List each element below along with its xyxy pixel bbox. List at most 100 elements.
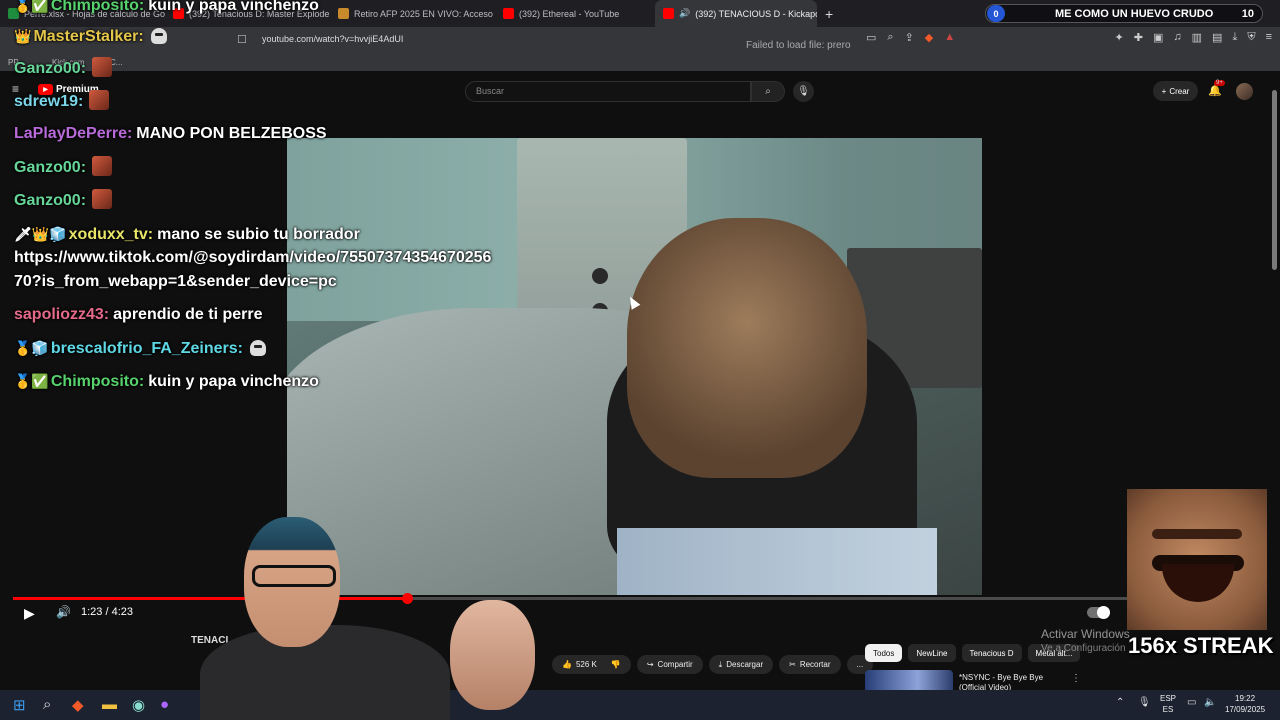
search-button[interactable]: ⌕ (751, 81, 785, 102)
music-icon[interactable]: ♫ (1173, 31, 1181, 44)
brave-icon[interactable]: ◆ (72, 696, 84, 714)
volume-icon[interactable]: 🔊 (56, 605, 71, 619)
avatar[interactable] (1236, 83, 1253, 100)
tab-tenacious-d[interactable]: 🔊 (392) TENACIOUS D - Kickapo ✕ (655, 0, 817, 27)
scissors-icon: ✂ (789, 660, 796, 669)
like-button[interactable]: 👍 526 K 👎 (552, 655, 631, 674)
chat-badge-icon: 🥇✅ (14, 373, 49, 389)
video-person-jeans (617, 528, 937, 595)
plus-icon: + (1161, 86, 1167, 96)
failed-load-text: Failed to load file: prero (746, 40, 851, 51)
time-display: 1:23 / 4:23 (81, 606, 133, 618)
promo-banner[interactable]: 0 ME COMO UN HUEVO CRUDO 10 (985, 4, 1263, 23)
emote-icon (92, 57, 113, 77)
youtube-icon (663, 8, 674, 19)
thumbs-up-icon: 👍 (562, 660, 572, 669)
rewards-icon[interactable]: ▲ (944, 31, 955, 44)
windows-start-icon[interactable]: ⊞ (13, 696, 26, 714)
new-tab-button[interactable]: + (825, 6, 833, 22)
autoplay-toggle[interactable] (1087, 606, 1110, 619)
chat-badge-icon: 🗡👑🧊 (14, 226, 67, 242)
network-icon[interactable]: ▭ (1187, 697, 1196, 708)
crown-icon: 👑 (14, 28, 32, 44)
chat-message: LaPlayDePerre: MANO PON BELZEBOSS (14, 125, 327, 142)
screenshot-icon[interactable]: ▣ (1153, 31, 1163, 44)
chat-link-line: 70?is_from_webapp=1&sender_device=pc (14, 273, 337, 290)
chip-tenacious-d[interactable]: Tenacious D (961, 644, 1022, 662)
bookmarks-bar: PP Kick.com C... (0, 53, 1280, 71)
tab-retiro-afp[interactable]: Retiro AFP 2025 EN VIVO: Acceso a l (330, 0, 495, 27)
folder-icon[interactable]: ▬ (102, 696, 117, 713)
chat-message: sdrew19: (14, 90, 110, 114)
ghost-emote-icon (150, 28, 167, 44)
meme-overlay-image (1127, 489, 1267, 630)
chat-badge-icon: 🥇✅ (14, 0, 49, 13)
share-icon[interactable]: ⇪ (905, 31, 914, 44)
cast-icon[interactable]: ▭ (866, 31, 876, 44)
chat-message: Ganzo00: (14, 189, 113, 213)
emote-icon (89, 90, 110, 110)
news-icon (338, 8, 349, 19)
chip-newline[interactable]: NewLine (908, 644, 956, 662)
toolbar-icons: ✦ ✚ ▣ ♫ ▥ ▤ ⤓ ⛨ ≡ (1115, 31, 1272, 44)
chat-message: 🥇🧊 brescalofrio_FA_Zeiners: (14, 336, 266, 361)
video-person-hair (627, 218, 867, 478)
obs-icon[interactable]: ◉ (132, 696, 145, 714)
promo-stat: 10 (1241, 7, 1254, 20)
create-button[interactable]: + Crear (1153, 81, 1198, 101)
activate-windows-sub: Ve a Configuración (1041, 643, 1126, 654)
progress-bar[interactable] (13, 593, 1133, 604)
url-field[interactable]: youtube.com/watch?v=hvvjiE4AdUI (262, 34, 403, 44)
language-indicator[interactable]: ESP ES (1160, 693, 1176, 715)
clip-button[interactable]: ✂ Recortar (779, 655, 841, 674)
taskbar (0, 690, 1280, 720)
streak-counter: 156x STREAK (1128, 633, 1274, 658)
screen: Perre.xlsx - Hojas de cálculo de Goog (3… (0, 0, 1280, 720)
chat-message: 🗡👑🧊 xoduxx_tv: mano se subio tu borrador (14, 222, 360, 247)
menu-icon[interactable]: ≡ (1266, 31, 1272, 44)
promo-count: 0 (987, 5, 1005, 22)
share-button[interactable]: ↪ Compartir (636, 655, 703, 674)
download-icon[interactable]: ⤓ (1232, 31, 1237, 44)
chat-badge-icon: 🥇🧊 (14, 340, 49, 356)
vpn-icon[interactable]: ⛨ (1247, 31, 1255, 44)
speaker-icon[interactable]: 🔈 (1204, 697, 1216, 708)
zoom-icon[interactable]: ⌕ (887, 31, 893, 44)
play-button[interactable]: ▶ (24, 605, 35, 622)
emote-icon (92, 189, 113, 209)
chat-message: 🥇✅ Chimposito: kuin y papa vinchenzo (14, 0, 319, 18)
search-input[interactable]: Buscar (465, 81, 751, 102)
app-icon[interactable]: ● (160, 696, 169, 713)
chat-message: Ganzo00: (14, 57, 113, 81)
thumbs-down-icon[interactable]: 👎 (611, 660, 621, 669)
address-actions: ▭ ⌕ ⇪ ◆ ▲ (866, 31, 955, 44)
address-bar-row (0, 27, 1280, 53)
system-clock[interactable]: 19:22 17/09/2025 (1225, 693, 1265, 715)
mic-icon: 🎙 (797, 86, 810, 97)
search-taskbar-icon[interactable]: ⌕ (43, 696, 51, 713)
bookmark-icon[interactable]: ☐ (237, 33, 247, 46)
brave-shield-icon[interactable]: ◆ (925, 31, 933, 44)
ghost-emote-icon (249, 340, 266, 356)
activate-windows-title: Activar Windows (1041, 627, 1130, 641)
audio-icon: 🔊 (679, 8, 691, 18)
extension-icon[interactable]: ✦ (1115, 31, 1124, 44)
tab-ethereal[interactable]: (392) Ethereal - YouTube (495, 0, 655, 27)
puzzle-icon[interactable]: ✚ (1134, 31, 1143, 44)
tray-chevron-icon[interactable]: ⌃ (1116, 697, 1124, 708)
download-arrow-icon: ⤓ (718, 659, 723, 669)
scrollbar[interactable] (1272, 90, 1277, 270)
notification-badge: 9+ (1214, 80, 1225, 86)
download-button[interactable]: ⤓ Descargar (708, 655, 774, 674)
sidebar-icon[interactable]: ▥ (1192, 31, 1202, 44)
mic-button[interactable]: 🎙 (793, 81, 814, 102)
chat-message: sapoliozz43: aprendio de ti perre (14, 306, 263, 323)
mic-tray-icon[interactable]: 🎙 (1138, 697, 1151, 708)
wallet-icon[interactable]: ▤ (1212, 31, 1222, 44)
reco-more-icon[interactable]: ⋮ (1071, 673, 1081, 684)
notifications-button[interactable]: 🔔 9+ (1208, 80, 1225, 97)
promo-text: ME COMO UN HUEVO CRUDO (1055, 7, 1214, 20)
chip-all[interactable]: Todos (865, 644, 903, 662)
share-arrow-icon: ↪ (646, 660, 654, 669)
chat-link-line: https://www.tiktok.com/@soydirdam/video/… (14, 249, 492, 266)
